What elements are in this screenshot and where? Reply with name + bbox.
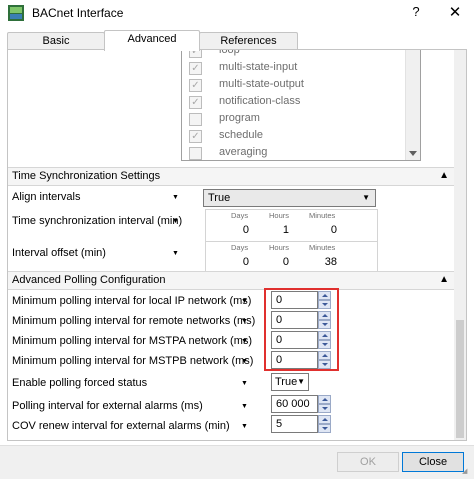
window-close-button[interactable]: ✕ — [446, 3, 464, 21]
poll-local-ip-label: Minimum polling interval for local IP ne… — [12, 295, 252, 307]
input-value: 60 000 — [276, 398, 310, 410]
panel-scrollbar[interactable] — [454, 50, 466, 440]
expand-down-icon[interactable]: ▼ — [241, 423, 248, 430]
checkbox-icon[interactable]: ✓ — [189, 62, 202, 75]
expand-down-icon[interactable]: ▼ — [241, 403, 248, 410]
list-item-label: multi-state-output — [219, 78, 304, 90]
resize-grip-icon[interactable]: ◢ — [462, 467, 472, 477]
expand-down-icon[interactable]: ▼ — [172, 250, 179, 257]
collapse-up-icon[interactable]: ▲ — [439, 170, 449, 181]
expand-down-icon[interactable]: ▼ — [241, 380, 248, 387]
list-item[interactable]: ✓ loop — [182, 50, 406, 60]
interval-offset-dhm-input[interactable]: Days Hours Minutes 0 0 38 — [205, 241, 378, 274]
checkbox-icon[interactable]: ✓ — [189, 50, 202, 58]
ext-alarm-interval-label: Polling interval for external alarms (ms… — [12, 400, 203, 412]
window-title: BACnet Interface — [32, 6, 124, 20]
align-intervals-select[interactable]: True ▼ — [203, 189, 376, 207]
align-intervals-label: Align intervals — [12, 191, 81, 203]
section-title: Time Synchronization Settings — [12, 170, 161, 182]
select-value: True — [208, 192, 231, 204]
days-value[interactable]: 0 — [219, 256, 249, 268]
expand-down-icon[interactable]: ▼ — [172, 194, 179, 201]
expand-down-icon[interactable]: ▼ — [241, 318, 248, 325]
hours-header: Hours — [269, 243, 290, 252]
tab-advanced[interactable]: Advanced — [104, 30, 200, 51]
app-icon — [8, 5, 24, 21]
time-sync-section-header[interactable]: Time Synchronization Settings ▲ — [8, 167, 455, 186]
tab-references[interactable]: References — [199, 32, 298, 50]
expand-down-icon[interactable]: ▼ — [241, 358, 248, 365]
expand-down-icon[interactable]: ▼ — [241, 338, 248, 345]
cov-renew-stepper[interactable] — [318, 415, 331, 433]
decrement-icon[interactable] — [318, 424, 331, 433]
list-item-label: loop — [219, 50, 240, 56]
days-header: Days — [231, 211, 249, 220]
list-item[interactable]: averaging — [182, 145, 406, 160]
title-bar: BACnet Interface ? ✕ — [0, 0, 474, 28]
hours-value[interactable]: 1 — [259, 224, 289, 236]
checkbox-icon[interactable]: ✓ — [189, 130, 202, 143]
chevron-down-icon: ▼ — [297, 377, 305, 386]
list-item[interactable]: program — [182, 111, 406, 128]
list-item[interactable]: ✓ multi-state-input — [182, 60, 406, 77]
minutes-header: Minutes — [309, 211, 336, 220]
select-value: True — [275, 376, 298, 388]
tab-strip: Basic Advanced References — [0, 28, 474, 51]
help-button[interactable]: ? — [407, 4, 425, 22]
scroll-down-icon[interactable] — [409, 151, 417, 156]
increment-icon[interactable] — [318, 415, 331, 424]
object-type-list[interactable]: ✓ loop ✓ multi-state-input ✓ multi-state… — [181, 50, 421, 161]
decrement-icon[interactable] — [318, 404, 331, 413]
interval-offset-label: Interval offset (min) — [12, 247, 106, 259]
collapse-up-icon[interactable]: ▲ — [439, 274, 449, 285]
list-item[interactable]: ✓ notification-class — [182, 94, 406, 111]
list-item-label: multi-state-input — [219, 61, 298, 73]
forced-status-select[interactable]: True ▼ — [271, 373, 309, 391]
minutes-header: Minutes — [309, 243, 336, 252]
chevron-down-icon: ▼ — [362, 193, 370, 202]
list-item-label: notification-class — [219, 95, 301, 107]
close-button[interactable]: Close — [402, 452, 464, 472]
list-item-label: schedule — [219, 129, 264, 141]
list-scrollbar[interactable] — [405, 50, 420, 160]
hours-header: Hours — [269, 211, 290, 220]
polling-section-header[interactable]: Advanced Polling Configuration ▲ — [8, 271, 455, 290]
list-item-label: program — [219, 112, 260, 124]
poll-mstpa-label: Minimum polling interval for MSTPA netwo… — [12, 335, 253, 347]
checkbox-icon[interactable] — [189, 147, 202, 160]
list-item[interactable]: ✓ multi-state-output — [182, 77, 406, 94]
input-value: 5 — [276, 418, 283, 430]
ext-alarm-interval-input[interactable]: 60 000 — [271, 395, 318, 413]
expand-down-icon[interactable]: ▼ — [241, 298, 248, 305]
list-item-label: averaging — [219, 146, 268, 158]
section-title: Advanced Polling Configuration — [12, 274, 166, 286]
poll-mstpb-label: Minimum polling interval for MSTPB netwo… — [12, 355, 254, 367]
days-header: Days — [231, 243, 249, 252]
sync-interval-dhm-input[interactable]: Days Hours Minutes 0 1 0 — [205, 209, 378, 242]
poll-remote-label: Minimum polling interval for remote netw… — [12, 315, 256, 327]
minutes-value[interactable]: 0 — [307, 224, 337, 236]
list-item[interactable]: ✓ schedule — [182, 128, 406, 145]
cov-renew-input[interactable]: 5 — [271, 415, 318, 433]
highlight-box — [264, 288, 339, 371]
scrollbar-thumb[interactable] — [456, 320, 464, 438]
tab-basic[interactable]: Basic — [7, 32, 105, 50]
increment-icon[interactable] — [318, 395, 331, 404]
checkbox-icon[interactable]: ✓ — [189, 79, 202, 92]
sync-interval-label: Time synchronization interval (min) — [12, 215, 183, 227]
ext-alarm-interval-stepper[interactable] — [318, 395, 331, 413]
checkbox-icon[interactable]: ✓ — [189, 96, 202, 109]
cov-renew-label: COV renew interval for external alarms (… — [12, 420, 230, 432]
checkbox-icon[interactable] — [189, 113, 202, 126]
minutes-value[interactable]: 38 — [307, 256, 337, 268]
ok-button[interactable]: OK — [337, 452, 399, 472]
days-value[interactable]: 0 — [219, 224, 249, 236]
expand-down-icon[interactable]: ▼ — [172, 218, 179, 225]
advanced-panel: ✓ loop ✓ multi-state-input ✓ multi-state… — [7, 49, 467, 441]
hours-value[interactable]: 0 — [259, 256, 289, 268]
forced-status-label: Enable polling forced status — [12, 377, 148, 389]
